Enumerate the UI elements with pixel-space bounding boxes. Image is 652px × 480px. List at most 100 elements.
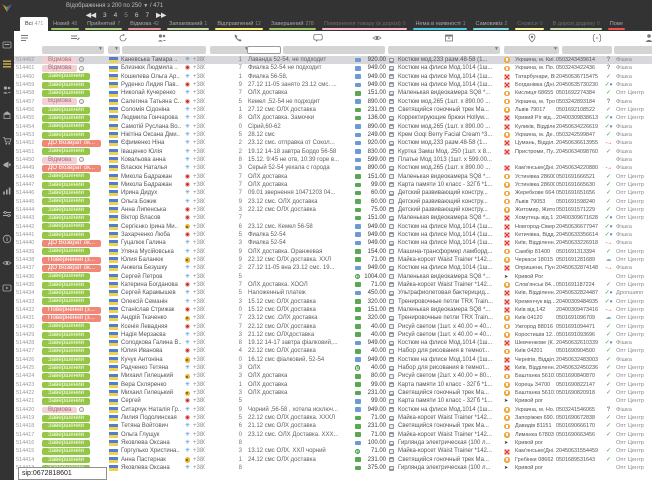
table-row[interactable]: 514420ВідмоваiСитарчук Наталія Гр..✳+380…: [0, 406, 652, 414]
column-order-list-icon[interactable]: [20, 33, 30, 43]
column-refresh-icon[interactable]: [118, 33, 128, 43]
table-row[interactable]: 514453ЗавершенийНікітіна Оксана Дми..✳+3…: [0, 131, 652, 139]
filter-phone[interactable]: ▼: [210, 46, 250, 54]
table-row[interactable]: 514433ЗавершенийОлексій Семанін✳+380315.…: [0, 298, 652, 306]
app-logo-icon[interactable]: [1, 1, 13, 13]
column-status-edit-icon[interactable]: [70, 33, 80, 43]
sidebar-cards-icon[interactable]: [0, 40, 14, 50]
table-row[interactable]: 514421ЗавершенийСергей◉+380599.00Карта п…: [0, 397, 652, 405]
tab-самовивіз[interactable]: Самовивіз2: [470, 17, 512, 31]
table-row[interactable]: 514428ЗавершенийСолодкова Галина В..✳+38…: [0, 339, 652, 347]
sidebar-video-icon[interactable]: [0, 283, 14, 293]
table-row[interactable]: 514419ЗавершенийЛилия Подолинская◉+38052…: [0, 414, 652, 422]
filter-tag[interactable]: ▼: [614, 46, 652, 54]
filter-status[interactable]: ▼: [42, 46, 104, 54]
filter-city[interactable]: ▼: [504, 46, 559, 54]
tab-завершений[interactable]: Завершений278: [266, 17, 319, 31]
table-row[interactable]: 514427ЗавершенийЮлия Иванова◉+380422.12 …: [0, 347, 652, 355]
table-row[interactable]: 514461ВідмоваiБлизнюк Людмила ..◉+3807Фи…: [0, 64, 652, 72]
table-row[interactable]: 514436ЗавершенийСергей Петров✳+3805$1004…: [0, 273, 652, 281]
table-row[interactable]: 514422ЗавершенийМихаил Гилецький+3803ОЛХ…: [0, 389, 652, 397]
tab-повернення-товару-в-дорозі-[interactable]: Повернення товару (в дорозі)0: [319, 17, 411, 31]
table-row[interactable]: 514447ЗавершенийМикола Бадражан◉+3807ОЛХ…: [0, 181, 652, 189]
table-row[interactable]: 514435ЗавершенийКатерина Богданова◉+3807…: [0, 281, 652, 289]
tab-нема-в-наявності[interactable]: Нема в наявності1: [410, 17, 470, 31]
table-row[interactable]: 514432Повернення (з...Станіслав Стрижак◉…: [0, 306, 652, 314]
table-row[interactable]: 514446ЗавершенийИрина Дидух✳+380709.01 з…: [0, 189, 652, 197]
filter-caret-icon[interactable]: ▼: [553, 46, 558, 52]
tab-overflow[interactable]: Пове: [605, 17, 628, 31]
table-row[interactable]: 514414ЗавершенийАнна Пастернак+380124.12…: [0, 456, 652, 464]
sidebar-views-icon[interactable]: [0, 258, 14, 268]
table-row[interactable]: 514457ВідмоваiСалегина Татьяна С..◉+3805…: [0, 98, 652, 106]
table-row[interactable]: 514462ВідмоваiКаневська Тамара ..✳+3801Л…: [0, 56, 652, 64]
column-manager-icon[interactable]: [644, 33, 652, 43]
filter-comment-active[interactable]: [247, 46, 281, 54]
filter-caret-icon[interactable]: ▼: [494, 46, 499, 52]
filter-flag[interactable]: ▼: [108, 46, 120, 54]
sidebar-settings-icon[interactable]: [0, 210, 14, 220]
column-phone-icon[interactable]: [233, 33, 243, 43]
status-info-icon[interactable]: i: [79, 66, 84, 71]
filter-product[interactable]: ▼: [388, 46, 500, 54]
tab-новий[interactable]: Новий48: [48, 17, 82, 31]
table-row[interactable]: 514430ЗавершенийКсенія Левадняя◉+380722.…: [0, 323, 652, 331]
table-row[interactable]: 514423ЗавершенийВера Скляренко✳+3801ОЛХ …: [0, 381, 652, 389]
table-row[interactable]: 514442ЗавершенийСергієнко Ірина Ми..+380…: [0, 223, 652, 231]
table-row[interactable]: 514451ЗавершенийІващенко Юлія✳+380219.12…: [0, 148, 652, 156]
status-info-icon[interactable]: i: [79, 157, 84, 162]
table-row[interactable]: 514425ЗавершенийРадченко Тетяна✳+3803ОЛХ…: [0, 364, 652, 372]
sidebar-marketing-icon[interactable]: [0, 160, 14, 170]
table-row[interactable]: 514454ЗавершенийСамотій Руслана Во..✳+38…: [0, 123, 652, 131]
table-row[interactable]: 514437ДО Возврат ок...Анжела Безушку✳+38…: [0, 264, 652, 272]
table-row[interactable]: 514444ЗавершенийАнна Липенська◉+380322.1…: [0, 206, 652, 214]
table-row[interactable]: 514456ЗавершенийСоломія Сідоніна✳+380127…: [0, 106, 652, 114]
status-info-icon[interactable]: i: [79, 57, 84, 62]
tab-відправлений[interactable]: Відправлений12: [212, 17, 266, 31]
table-row[interactable]: 514416ЗавершенийЯковлева Оксана✳+3808100…: [0, 439, 652, 447]
table-row[interactable]: 514418ЗавершенийТетяна Войтович✳+380621.…: [0, 422, 652, 430]
sidebar-info-icon[interactable]: [0, 234, 14, 244]
table-row[interactable]: 514438Повернення (з...Юлия Баланюк+38092…: [0, 256, 652, 264]
table-row[interactable]: 514458ЗавершенийНиколай Кучеренко✳+3807О…: [0, 89, 652, 97]
table-row[interactable]: 514439ЗавершенийУляна Мусійовська✳+3809О…: [0, 248, 652, 256]
filter-comment[interactable]: ▼: [283, 46, 366, 54]
table-row[interactable]: 514445ЗавершенийОльга Божик✳+380923.12 с…: [0, 198, 652, 206]
page-size-caret-icon[interactable]: ▼: [143, 3, 148, 9]
column-location-pin-icon[interactable]: [527, 33, 537, 43]
tab-в-дорозі-додому[interactable]: В дорозі додому0: [547, 17, 604, 31]
tab-всі[interactable]: Всі471: [20, 17, 48, 31]
column-eye-icon[interactable]: [372, 33, 382, 43]
table-row[interactable]: 514431Повернення (з...Андрій Ткаченко+38…: [0, 314, 652, 322]
filter-caret-icon[interactable]: ▼: [114, 46, 119, 52]
sidebar-store-icon[interactable]: [0, 110, 14, 120]
tab-сервіси[interactable]: Сервіси0: [512, 17, 547, 31]
table-row[interactable]: 514424ЗавершенийМихаил Гилецький+3803ОЛХ…: [0, 372, 652, 380]
pagination-display[interactable]: Відображення з 200 по 250 ▼ / 471: [66, 3, 163, 9]
tab-відмова[interactable]: Відмова42: [125, 17, 164, 31]
filter-price[interactable]: [356, 46, 385, 54]
column-clients-icon[interactable]: [157, 33, 167, 43]
sidebar-cart-icon[interactable]: [0, 136, 14, 146]
table-row[interactable]: 514434ЗавершенийСергей Карамышев✳+3805На…: [0, 289, 652, 297]
status-info-icon[interactable]: i: [79, 99, 84, 104]
table-row[interactable]: 514450ВідмоваiКовальова анна✳+380815.12.…: [0, 156, 652, 164]
table-row[interactable]: 514448ЗавершенийМикола Бадражан◉+3807ОЛХ…: [0, 173, 652, 181]
tab-прийнятий[interactable]: Прийнятий7: [82, 17, 125, 31]
column-package-icon[interactable]: [444, 33, 454, 43]
filter-caret-icon[interactable]: ▼: [98, 46, 103, 52]
table-row[interactable]: 514429ЗавершенийНадія Мерзаєва✳+380321.1…: [0, 331, 652, 339]
tab-запакований[interactable]: Запакований1: [164, 17, 212, 31]
table-row[interactable]: 514426ЗавершенийКучук Антоніна+380016.12…: [0, 356, 652, 364]
table-row[interactable]: 514449ДО Возврат ок...Власюк Наталья✳+38…: [0, 164, 652, 172]
table-row[interactable]: 514441ЗавершенийЗахарченко Люба◉+3805Фиа…: [0, 231, 652, 239]
status-info-icon[interactable]: i: [79, 407, 84, 412]
column-tracking-icon[interactable]: [592, 33, 602, 43]
column-comment-icon[interactable]: [313, 33, 323, 43]
sidebar-clients-icon[interactable]: [0, 85, 14, 95]
table-row[interactable]: 514460ЗавершенийКошелева Ольга Ар..✳+380…: [0, 73, 652, 81]
filter-tracking[interactable]: [562, 46, 612, 54]
filter-name[interactable]: [122, 46, 206, 54]
table-row[interactable]: 514443ЗавершенийВіктор Власов◉+3807151.0…: [0, 214, 652, 222]
sidebar-orders-icon[interactable]: [0, 59, 14, 69]
